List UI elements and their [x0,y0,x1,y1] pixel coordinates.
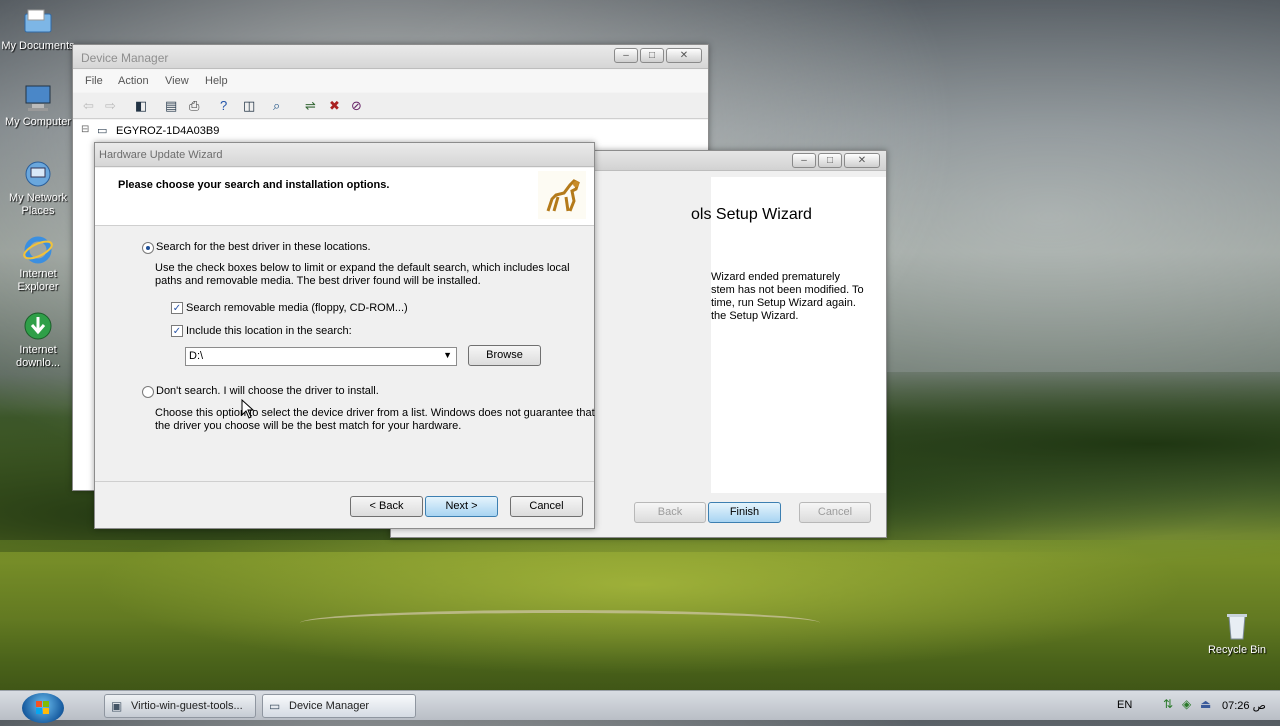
wizard-heading: Please choose your search and installati… [118,179,390,191]
setup-icon: ▣ [111,699,123,713]
start-button[interactable] [22,693,64,723]
desktop-icon-network[interactable]: My Network Places [0,158,76,218]
minimize-button[interactable]: – [614,48,638,63]
uninstall-icon[interactable]: ✖ [329,98,340,114]
desktop-icon-my-documents[interactable]: My Documents [0,6,76,53]
print-icon[interactable]: ⎙ [189,98,199,114]
computer-node-icon: ▭ [97,125,108,137]
setup-wizard-text-4: the Setup Wizard. [711,310,799,322]
back-button[interactable]: < Back [350,496,423,517]
taskbar: ▣ Virtio-win-guest-tools... ▭ Device Man… [0,690,1280,723]
setup-wizard-text-3: time, run Setup Wizard again. [711,297,856,309]
dont-search-radio[interactable] [142,386,154,398]
desktop-icon-label: Internet Explorer [17,268,59,293]
desktop-icon-label: Internet downlo... [15,344,61,369]
taskbar-item-virtio[interactable]: ▣ Virtio-win-guest-tools... [104,694,256,718]
maximize-button[interactable]: □ [818,153,842,168]
setup-finish-button[interactable]: Finish [708,502,781,523]
removable-media-label[interactable]: Search removable media (floppy, CD-ROM..… [186,302,408,314]
cancel-button[interactable]: Cancel [510,496,583,517]
help-icon[interactable]: ? [220,98,227,113]
tree-root-label[interactable]: EGYROZ-1D4A03B9 [116,125,219,137]
menu-action[interactable]: Action [118,75,149,87]
desktop-icon-label: My Network Places [8,192,68,217]
taskbar-item-label: Virtio-win-guest-tools... [131,700,243,712]
separator [95,481,594,482]
properties-icon[interactable]: ▤ [165,98,177,114]
device-manager-titlebar[interactable]: Device Manager – □ ✕ [73,45,708,69]
language-indicator[interactable]: EN [1117,699,1132,711]
desktop-icon-label: Recycle Bin [1207,644,1267,656]
include-location-checkbox[interactable]: ✓ [171,325,183,337]
setup-wizard-panel [711,177,886,493]
wallpaper-path [300,610,820,636]
show-hide-tree-icon[interactable]: ◧ [135,98,147,114]
disable-icon[interactable]: ⊘ [351,98,362,114]
desktop-icon-recycle-bin[interactable]: Recycle Bin [1199,610,1275,657]
mouse-cursor-icon [241,399,255,419]
my-computer-icon [22,82,54,114]
removable-media-checkbox[interactable]: ✓ [171,302,183,314]
toolbar: ⇦ ⇨ ◧ ▤ ⎙ ? ◫ ⌕ ⇌ ✖ ⊘ [73,93,708,119]
desktop-icon-label: My Documents [1,40,75,52]
close-button[interactable]: ✕ [666,48,702,63]
safely-remove-icon[interactable]: ⏏ [1200,697,1211,711]
forward-arrow-icon[interactable]: ⇨ [105,98,116,114]
maximize-button[interactable]: □ [640,48,664,63]
setup-back-button[interactable]: Back [634,502,706,523]
setup-wizard-heading: ols Setup Wizard [691,206,812,223]
setup-cancel-button[interactable]: Cancel [799,502,871,523]
tray-icon[interactable]: ◈ [1182,697,1191,711]
option2-description-1: Choose this option to select the device … [155,407,595,419]
download-manager-icon [22,310,54,342]
include-location-label[interactable]: Include this location in the search: [186,325,352,337]
network-icon [22,158,54,190]
location-combobox[interactable]: D:\ ▼ [185,347,457,366]
window-title: Hardware Update Wizard [99,149,223,161]
desktop-icon-download-manager[interactable]: Internet downlo... [0,310,76,370]
hardware-update-wizard-window[interactable]: Hardware Update Wizard Please choose you… [94,142,595,529]
setup-wizard-text-2: stem has not been modified. To [711,284,864,296]
my-documents-icon [22,6,54,38]
location-value: D:\ [189,350,204,362]
wizard-header: Please choose your search and installati… [95,168,594,226]
scan-hardware-icon[interactable]: ⌕ [273,98,280,114]
search-best-driver-radio[interactable] [142,242,154,254]
menu-view[interactable]: View [165,75,189,87]
desktop-icon-internet-explorer[interactable]: Internet Explorer [0,234,76,294]
option1-description-1: Use the check boxes below to limit or ex… [155,262,570,274]
device-manager-icon: ▭ [269,699,281,713]
update-driver-icon[interactable]: ⇌ [305,98,316,114]
close-button[interactable]: ✕ [844,153,880,168]
option2-description-2: the driver you choose will be the best m… [155,420,462,432]
minimize-button[interactable]: – [792,153,816,168]
next-button[interactable]: Next > [425,496,498,517]
setup-wizard-text-1: Wizard ended prematurely [711,271,841,283]
recycle-bin-icon [1221,610,1253,642]
desktop-icon-my-computer[interactable]: My Computer [0,82,76,129]
browse-button[interactable]: Browse [468,345,541,366]
internet-explorer-icon [22,234,54,266]
option1-description-2: paths and removable media. The best driv… [155,275,481,287]
dont-search-label[interactable]: Don't search. I will choose the driver t… [156,385,379,397]
hardware-wizard-titlebar[interactable]: Hardware Update Wizard [95,143,594,167]
tree-collapse-icon[interactable]: ⊟ [81,124,89,135]
taskbar-item-label: Device Manager [289,700,370,712]
network-tray-icon[interactable]: ⇅ [1163,697,1173,711]
search-best-driver-label[interactable]: Search for the best driver in these loca… [156,241,371,253]
clock[interactable]: 07:26 ص [1222,699,1266,712]
horse-logo-icon [538,171,586,219]
back-arrow-icon[interactable]: ⇦ [83,98,94,114]
window-title: Device Manager [81,51,169,65]
windows-logo-icon [36,701,49,714]
taskbar-item-device-manager[interactable]: ▭ Device Manager [262,694,416,718]
menubar: File Action View Help [73,70,708,92]
chevron-down-icon[interactable]: ▼ [443,350,452,360]
menu-help[interactable]: Help [205,75,228,87]
menu-file[interactable]: File [85,75,103,87]
desktop-icon-label: My Computer [4,116,72,128]
view-icon[interactable]: ◫ [243,98,255,114]
